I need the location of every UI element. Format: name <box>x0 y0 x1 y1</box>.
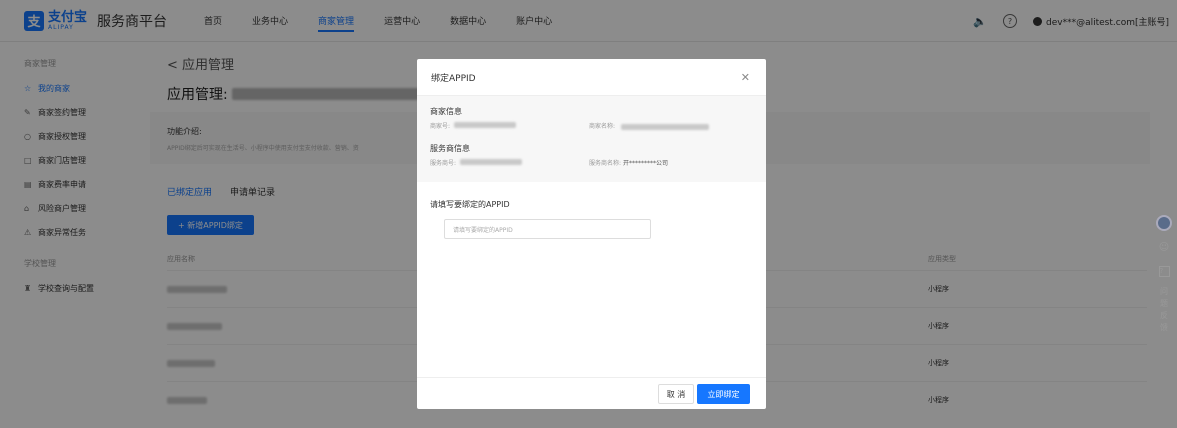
merchant-no-label: 商家号: <box>430 123 451 130</box>
feedback-button[interactable]: 问 题 反 馈 <box>1154 286 1174 334</box>
bind-now-button[interactable]: 立即绑定 <box>697 384 750 404</box>
customer-service-icon[interactable]: ☺ <box>1154 238 1174 256</box>
redacted-provider-no <box>460 159 523 165</box>
redacted-merchant-name <box>620 123 709 130</box>
redacted-merchant-no <box>454 122 517 128</box>
info-panel: 商家信息 商家号: 商家名称: 服务商信息 服务商号: 服务商名称: 开****… <box>417 96 766 182</box>
help-box-icon[interactable]: ? <box>1154 262 1174 280</box>
appid-field-label: 请填写要绑定的APPID <box>430 200 510 209</box>
dialog-title: 绑定APPID <box>431 73 476 84</box>
assistant-robot-icon[interactable] <box>1154 214 1174 232</box>
appid-input[interactable]: 请填写要绑定的APPID <box>444 219 651 239</box>
merchant-info-title: 商家信息 <box>430 107 462 116</box>
floating-tools: ☺ ? 问 题 反 馈 <box>1154 214 1174 334</box>
close-icon[interactable]: ✕ <box>741 71 750 84</box>
provider-name-label: 服务商名称: <box>589 160 622 167</box>
cancel-button[interactable]: 取 消 <box>658 384 694 404</box>
feedback-char: 反 <box>1160 311 1168 320</box>
feedback-char: 馈 <box>1160 323 1168 332</box>
provider-no-label: 服务商号: <box>430 160 457 167</box>
bind-appid-dialog: 绑定APPID ✕ 商家信息 商家号: 商家名称: 服务商信息 服务商号: 服务… <box>417 59 766 409</box>
feedback-char: 题 <box>1160 299 1168 308</box>
dialog-footer: 取 消 立即绑定 <box>417 377 766 409</box>
dialog-header: 绑定APPID ✕ <box>417 59 766 96</box>
feedback-char: 问 <box>1160 287 1168 296</box>
provider-info-title: 服务商信息 <box>430 144 470 153</box>
merchant-name-label: 商家名称: <box>589 123 616 130</box>
provider-name-value: 开*********公司 <box>622 160 668 167</box>
